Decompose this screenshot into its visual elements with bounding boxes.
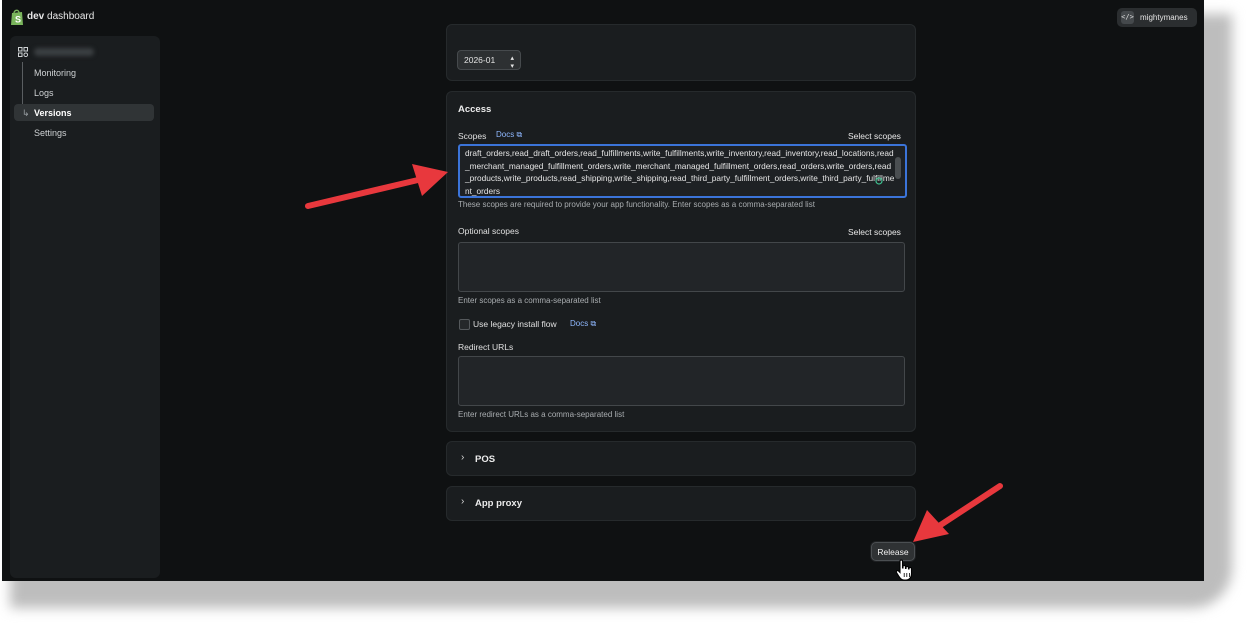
legacy-docs-label: Docs xyxy=(570,319,589,328)
redirect-urls-textarea[interactable] xyxy=(458,356,905,406)
app-brand[interactable]: dev dashboard xyxy=(27,11,94,22)
webhooks-version-value: 2026-01 xyxy=(464,55,496,65)
legacy-docs-link[interactable]: Docs ⧉ xyxy=(570,319,596,329)
apps-grid-icon xyxy=(18,47,28,57)
scopes-label: Scopes xyxy=(458,131,487,141)
annotation-arrow-release xyxy=(913,483,1003,542)
webhooks-api-version-select[interactable]: 2026-01 ▴ ▾ xyxy=(457,50,521,70)
legacy-install-label: Use legacy install flow xyxy=(473,319,557,329)
svg-text:S: S xyxy=(15,15,21,25)
app-name-redacted[interactable] xyxy=(34,48,94,56)
annotation-arrow-scopes xyxy=(305,164,448,209)
sidebar-item-monitoring[interactable]: Monitoring xyxy=(34,68,76,78)
pos-title: POS xyxy=(475,454,496,465)
scopes-help-text: These scopes are required to provide you… xyxy=(458,200,815,209)
select-scopes-button[interactable]: Select scopes xyxy=(848,131,901,141)
scopes-value: draft_orders,read_draft_orders,read_fulf… xyxy=(465,148,895,196)
legacy-install-checkbox[interactable] xyxy=(459,319,470,330)
scopes-scrollbar[interactable] xyxy=(894,147,902,191)
access-title: Access xyxy=(458,104,492,115)
scrollbar-thumb[interactable] xyxy=(895,157,901,179)
scopes-docs-link[interactable]: Docs ⧉ xyxy=(496,130,522,140)
optional-scopes-help-text: Enter scopes as a comma-separated list xyxy=(458,296,601,305)
chevron-up-down-icon: ▴ ▾ xyxy=(510,55,514,70)
redirect-urls-help-text: Enter redirect URLs as a comma-separated… xyxy=(458,410,625,419)
brand-rest: dashboard xyxy=(44,11,95,22)
chevron-right-icon: › xyxy=(461,452,465,463)
sidebar-item-versions-label: Versions xyxy=(34,108,72,118)
chevron-right-icon: › xyxy=(461,496,465,507)
shopify-bag-icon[interactable]: S xyxy=(10,9,24,26)
redirect-urls-label: Redirect URLs xyxy=(458,342,514,352)
tree-arrow-icon: ↳ xyxy=(22,108,30,118)
optional-scopes-textarea[interactable] xyxy=(458,242,905,292)
username: mightymanes xyxy=(1140,13,1188,22)
app-window: S dev dashboard </> mightymanes Monitori… xyxy=(2,0,1204,581)
optional-select-scopes-button[interactable]: Select scopes xyxy=(848,227,901,237)
sidebar-item-settings[interactable]: Settings xyxy=(34,128,67,138)
code-icon: </> xyxy=(1121,11,1134,24)
sidebar-item-logs[interactable]: Logs xyxy=(34,88,54,98)
brand-bold: dev xyxy=(27,11,45,22)
hand-cursor-icon xyxy=(895,559,913,581)
pos-card[interactable] xyxy=(446,441,916,476)
sidebar: Monitoring Logs ↳ Versions Settings xyxy=(10,36,160,578)
account-menu-button[interactable]: </> mightymanes xyxy=(1117,8,1197,27)
app-proxy-title: App proxy xyxy=(475,498,522,509)
scopes-docs-label: Docs xyxy=(496,130,515,139)
grammarly-icon[interactable] xyxy=(875,177,883,185)
external-link-icon: ⧉ xyxy=(516,130,523,139)
optional-scopes-label: Optional scopes xyxy=(458,226,519,236)
external-link-icon: ⧉ xyxy=(590,319,597,328)
